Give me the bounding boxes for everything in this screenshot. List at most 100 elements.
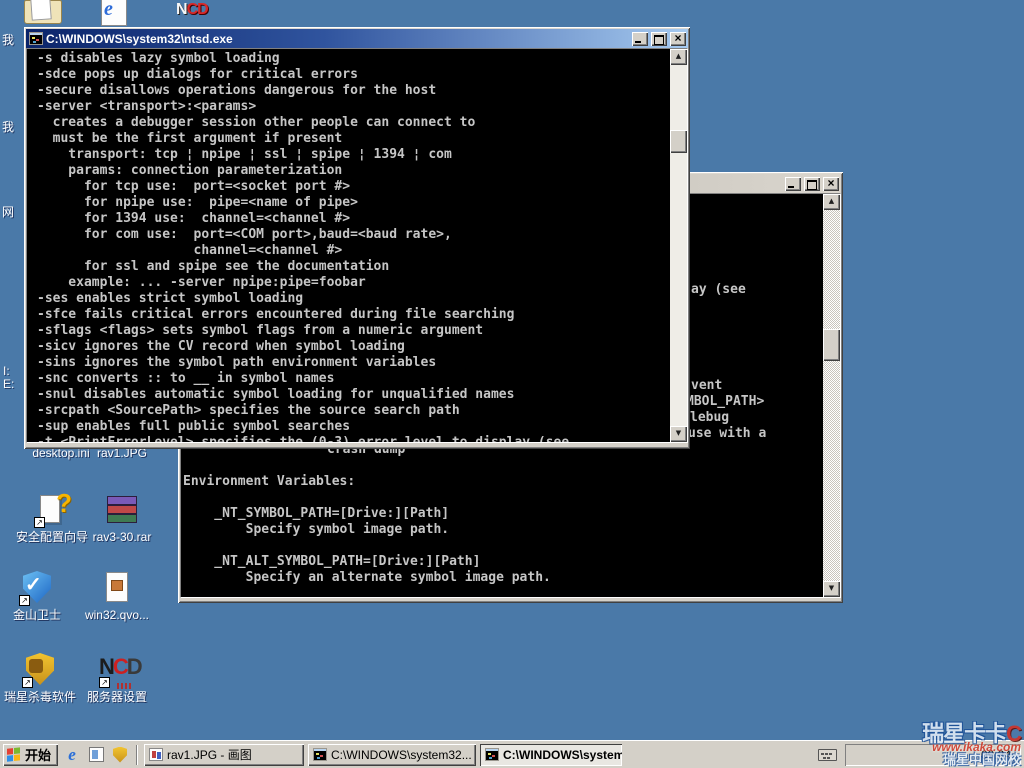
close-button[interactable] [823, 177, 839, 191]
desktop-icon-kingsoft-guard[interactable]: ✓ ↗ 金山卫士 [1, 570, 73, 622]
input-method-keyboard-icon[interactable] [818, 749, 837, 761]
desktop-icon-label: 安全配置向导 [14, 530, 90, 544]
ncd-letter: N [176, 1, 187, 18]
task-button-label: C:\WINDOWS\system32... [503, 748, 622, 762]
console-line: -snc converts :: to __ in symbol names [37, 371, 667, 387]
console-line: -t <PrintErrorLevel> specifies the (0-3)… [37, 435, 667, 442]
thumbnail-icon [111, 580, 123, 591]
ie-document-icon[interactable]: e [99, 0, 133, 27]
taskbar-separator [136, 745, 138, 765]
windows-logo-icon [7, 747, 21, 762]
console-line: example: ... -server npipe:pipe=foobar [37, 275, 667, 291]
task-button-label: C:\WINDOWS\system32... [331, 748, 472, 762]
ie-e-icon: e [104, 0, 113, 21]
paper-icon [30, 0, 51, 21]
minimize-button[interactable] [785, 177, 801, 191]
ncd-letter: C [113, 654, 127, 679]
system-tray: 09:24 [845, 744, 1021, 766]
front-console-output: -s disables lazy symbol loading-sdce pop… [26, 48, 688, 443]
desktop-icon-label: win32.qvo... [81, 608, 153, 622]
scroll-up-icon[interactable]: ▲ [670, 49, 687, 65]
maximize-button[interactable] [651, 32, 667, 46]
minimize-button[interactable] [632, 32, 648, 46]
scroll-up-icon[interactable]: ▲ [823, 194, 840, 210]
desktop-icon-security-wizard[interactable]: ? ↗ 安全配置向导 [14, 492, 90, 544]
ncd-letter: D [197, 1, 208, 18]
console-line: for 1394 use: channel=<channel #> [37, 211, 667, 227]
console-line-fragment: use with a [688, 426, 766, 442]
console-text: -s disables lazy symbol loading-sdce pop… [37, 51, 667, 442]
start-button-label: 开始 [25, 745, 51, 764]
quicklaunch-show-desktop-icon[interactable] [86, 745, 106, 765]
gold-shield-icon [113, 747, 127, 763]
console-app-icon [485, 748, 499, 761]
barcode-icon [117, 683, 133, 689]
front-console-window[interactable]: C:\WINDOWS\system32\ntsd.exe -s disables… [24, 27, 690, 449]
scrollbar-thumb[interactable] [823, 329, 840, 361]
console-app-icon [313, 748, 327, 761]
quicklaunch-ie-icon[interactable]: e [62, 745, 82, 765]
console-line: -sins ignores the symbol path environmen… [37, 355, 667, 371]
task-button-paint[interactable]: rav1.JPG - 画图 [144, 744, 304, 766]
desktop-icon-label: 瑞星杀毒软件 [0, 690, 84, 704]
console-line: Specify symbol image path. [183, 522, 449, 538]
desktop-icon-label: 金山卫士 [1, 608, 73, 622]
taskbar: 开始 e rav1.JPG - 画图 C:\WINDOWS\system32..… [0, 740, 1024, 768]
desktop-icon-win32-file[interactable]: win32.qvo... [81, 570, 153, 622]
show-desktop-icon [89, 747, 104, 762]
shortcut-arrow-icon: ↗ [22, 677, 33, 688]
winrar-book-icon [107, 514, 137, 523]
console-line-fragment: lebug [690, 410, 729, 426]
desktop-icon-label: rav3-30.rar [86, 530, 158, 544]
task-button-console-1[interactable]: C:\WINDOWS\system32... [308, 744, 476, 766]
desktop-icon-label-fragment: I: [3, 364, 10, 378]
console-line: transport: tcp ¦ npipe ¦ ssl ¦ spipe ¦ 1… [37, 147, 667, 163]
console-line: must be the first argument if present [37, 131, 667, 147]
ncd-logo-icon[interactable]: NCD [176, 1, 216, 19]
ncd-letter: N [99, 654, 113, 679]
console-line: params: connection parameterization [37, 163, 667, 179]
my-documents-icon[interactable] [24, 0, 62, 25]
console-line: -srcpath <SourcePath> specifies the sour… [37, 403, 667, 419]
desktop: 我 我 网 I: E: e NCD desktop.ini rav1.JPG ?… [0, 0, 1024, 768]
shortcut-arrow-icon: ↗ [99, 677, 110, 688]
close-button[interactable] [670, 32, 686, 46]
start-button[interactable]: 开始 [3, 744, 58, 766]
shortcut-arrow-icon: ↗ [34, 517, 45, 528]
console-line: -sicv ignores the CV record when symbol … [37, 339, 667, 355]
console-line: for tcp use: port=<socket port #> [37, 179, 667, 195]
front-window-titlebar[interactable]: C:\WINDOWS\system32\ntsd.exe [26, 29, 688, 48]
task-button-console-2[interactable]: C:\WINDOWS\system32... [480, 744, 622, 766]
tray-clock: 09:24 [981, 748, 1011, 762]
console-line: -ses enables strict symbol loading [37, 291, 667, 307]
console-line: Environment Variables: [183, 474, 355, 490]
console-line: creates a debugger session other people … [37, 115, 667, 131]
desktop-icon-rar-archive[interactable]: rav3-30.rar [86, 492, 158, 544]
scroll-down-icon[interactable]: ▼ [823, 581, 840, 597]
desktop-icon-label-fragment: 我 [2, 31, 14, 48]
task-button-label: rav1.JPG - 画图 [167, 746, 252, 763]
console-line: -s disables lazy symbol loading [37, 51, 667, 67]
winrar-book-icon [107, 505, 137, 514]
back-console-scrollbar[interactable]: ▲ ▼ [823, 194, 840, 597]
maximize-button[interactable] [804, 177, 820, 191]
console-line: Specify an alternate symbol image path. [183, 570, 551, 586]
console-line: -snul disables automatic symbol loading … [37, 387, 667, 403]
ie-e-icon: e [68, 745, 76, 765]
console-line: _NT_SYMBOL_PATH=[Drive:][Path] [183, 506, 449, 522]
front-console-scrollbar[interactable]: ▲ ▼ [670, 49, 687, 442]
console-line-fragment: MBOL_PATH> [686, 394, 764, 410]
ncd-letter: C [187, 1, 198, 18]
console-line: -server <transport>:<params> [37, 99, 667, 115]
desktop-icon-server-settings[interactable]: NCD ↗ 服务器设置 [81, 652, 153, 704]
console-line: -sup enables full public symbol searches [37, 419, 667, 435]
quicklaunch-rising-icon[interactable] [110, 745, 130, 765]
scrollbar-thumb[interactable] [670, 130, 687, 153]
paint-app-icon [149, 748, 163, 761]
desktop-icon-rising-antivirus[interactable]: ↗ 瑞星杀毒软件 [0, 652, 84, 704]
console-line: for com use: port=<COM port>,baud=<baud … [37, 227, 667, 243]
desktop-icon-label-fragment: E: [3, 377, 14, 391]
console-line: channel=<channel #> [37, 243, 667, 259]
front-window-title: C:\WINDOWS\system32\ntsd.exe [46, 32, 629, 46]
scroll-down-icon[interactable]: ▼ [670, 426, 687, 442]
